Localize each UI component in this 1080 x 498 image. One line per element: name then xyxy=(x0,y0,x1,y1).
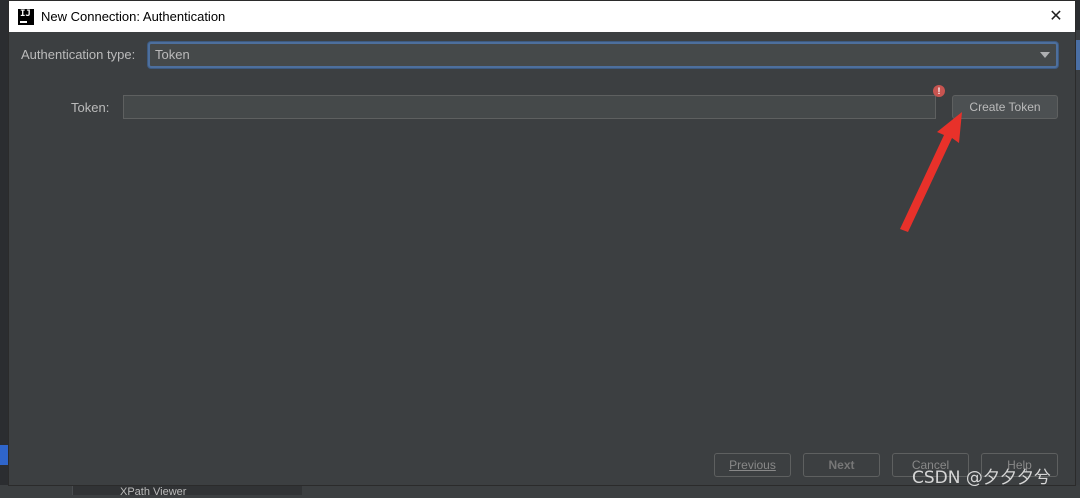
previous-button[interactable]: Previous xyxy=(714,453,791,477)
ide-bottom-panel-label[interactable]: XPath Viewer xyxy=(120,486,186,498)
dialog-content: Authentication type: Token Token: ! Crea… xyxy=(9,32,1075,487)
token-label: Token: xyxy=(71,100,110,115)
chevron-down-icon xyxy=(1040,52,1050,58)
new-connection-dialog: IJ New Connection: Authentication ✕ Auth… xyxy=(8,0,1076,486)
annotation-arrow-shape xyxy=(900,112,962,232)
previous-label: Previous xyxy=(729,458,776,472)
create-token-button[interactable]: Create Token xyxy=(952,95,1058,119)
token-input[interactable] xyxy=(123,95,936,119)
next-button[interactable]: Next xyxy=(803,453,880,477)
ide-left-accent xyxy=(0,445,8,465)
dialog-title: New Connection: Authentication xyxy=(41,9,226,24)
error-icon: ! xyxy=(933,85,945,97)
intellij-icon: IJ xyxy=(18,8,34,25)
close-icon[interactable]: ✕ xyxy=(1047,7,1065,25)
auth-type-value: Token xyxy=(155,47,190,62)
csdn-watermark: CSDN @夕夕夕兮 xyxy=(912,468,1051,488)
auth-type-select[interactable]: Token xyxy=(148,42,1058,68)
dialog-titlebar[interactable]: IJ New Connection: Authentication ✕ xyxy=(9,1,1075,32)
app-icon-text: IJ xyxy=(20,8,31,19)
auth-type-label: Authentication type: xyxy=(21,47,136,62)
